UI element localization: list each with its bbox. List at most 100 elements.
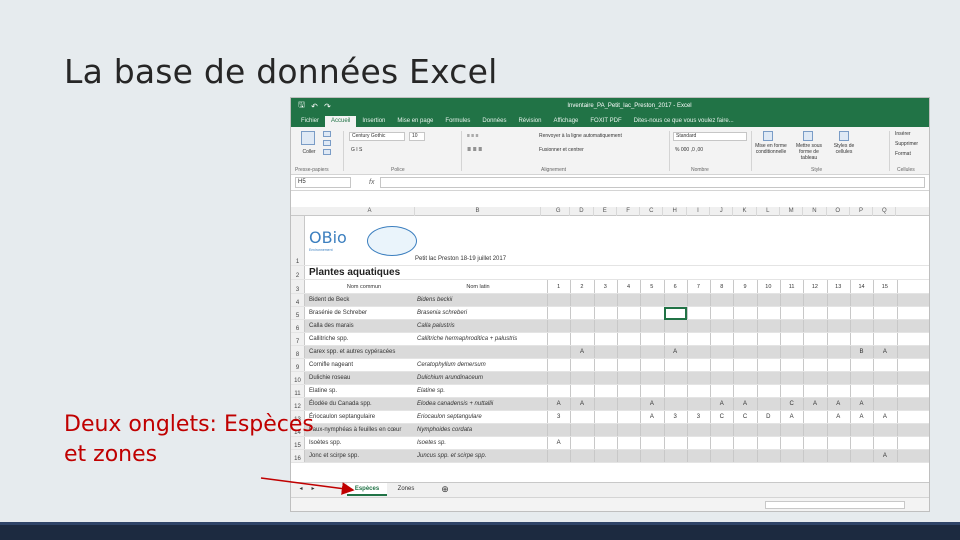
column-header[interactable]: Q: [873, 207, 897, 216]
zone-mark-cell[interactable]: [757, 333, 780, 345]
zone-mark-cell[interactable]: [733, 372, 756, 384]
zone-mark-cell[interactable]: [547, 320, 570, 332]
zone-mark-cell[interactable]: [594, 333, 617, 345]
zone-mark-cell[interactable]: A: [664, 346, 687, 358]
formula-input[interactable]: [380, 177, 925, 188]
zone-mark-cell[interactable]: [687, 320, 710, 332]
zone-mark-cell[interactable]: A: [710, 398, 733, 410]
font-size-select[interactable]: 10: [409, 132, 425, 141]
zone-mark-cell[interactable]: [733, 385, 756, 397]
zone-mark-cell[interactable]: [827, 372, 850, 384]
zone-mark-cell[interactable]: [710, 385, 733, 397]
zone-mark-cell[interactable]: A: [640, 398, 663, 410]
column-header[interactable]: E: [594, 207, 617, 216]
zone-mark-cell[interactable]: [710, 424, 733, 436]
zone-mark-cell[interactable]: [687, 372, 710, 384]
zone-number[interactable]: 12: [803, 280, 826, 293]
zone-mark-cell[interactable]: A: [803, 398, 826, 410]
number-format-select[interactable]: Standard: [673, 132, 747, 141]
section-title-row[interactable]: 2 Plantes aquatiques: [291, 266, 929, 280]
zone-mark-cell[interactable]: [664, 359, 687, 371]
zone-mark-cell[interactable]: [617, 398, 640, 410]
latin-name-cell[interactable]: Juncus spp. et scirpe spp.: [417, 450, 543, 462]
zone-mark-cell[interactable]: [617, 411, 640, 423]
zone-mark-cell[interactable]: [687, 307, 710, 319]
column-header[interactable]: I: [687, 207, 711, 216]
zone-mark-cell[interactable]: [850, 450, 873, 462]
zone-mark-cell[interactable]: [710, 333, 733, 345]
latin-name-cell[interactable]: Isoetes sp.: [417, 437, 543, 449]
zone-mark-cell[interactable]: 3: [687, 411, 710, 423]
column-header[interactable]: F: [617, 207, 641, 216]
zone-mark-cell[interactable]: [640, 346, 663, 358]
zone-mark-cell[interactable]: [594, 437, 617, 449]
zone-mark-cell[interactable]: [803, 385, 826, 397]
zone-mark-cell[interactable]: B: [850, 346, 873, 358]
zone-mark-cell[interactable]: [873, 424, 896, 436]
zone-mark-cell[interactable]: [873, 437, 896, 449]
column-header[interactable]: L: [757, 207, 780, 216]
zone-mark-cell[interactable]: [617, 385, 640, 397]
table-row[interactable]: 6 Calla des marais Calla palustris: [291, 320, 929, 333]
zone-mark-cell[interactable]: [827, 437, 850, 449]
header-row[interactable]: 3 Nom commun Nom latin 1 2 3 4 5 6 7 8 9 10 11 12 13 14 1…: [291, 280, 929, 294]
zone-mark-cell[interactable]: [570, 307, 593, 319]
column-header[interactable]: N: [803, 207, 827, 216]
zone-mark-cell[interactable]: [850, 307, 873, 319]
format-cells-button[interactable]: Format: [895, 151, 929, 157]
zone-mark-cell[interactable]: [780, 346, 803, 358]
bold-italic-underline[interactable]: G I S: [351, 147, 391, 153]
zone-mark-cell[interactable]: [873, 320, 896, 332]
zone-mark-cell[interactable]: [780, 307, 803, 319]
zone-mark-cell[interactable]: [687, 294, 710, 306]
selected-cell[interactable]: [663, 307, 687, 320]
zone-mark-cell[interactable]: 3: [664, 411, 687, 423]
zone-mark-cell[interactable]: [873, 333, 896, 345]
menu-insertion[interactable]: Insertion: [356, 116, 391, 127]
zone-mark-cell[interactable]: [780, 359, 803, 371]
zone-mark-cell[interactable]: [687, 424, 710, 436]
zone-mark-cell[interactable]: [664, 398, 687, 410]
insert-cells-button[interactable]: Insérer: [895, 131, 929, 137]
align-center-buttons[interactable]: ≣ ≣ ≣: [467, 147, 517, 153]
column-header[interactable]: M: [780, 207, 804, 216]
zone-mark-cell[interactable]: A: [780, 411, 803, 423]
zone-mark-cell[interactable]: [687, 450, 710, 462]
zone-mark-cell[interactable]: [850, 320, 873, 332]
zone-number[interactable]: 15: [873, 280, 896, 293]
zone-mark-cell[interactable]: A: [733, 398, 756, 410]
zone-mark-cell[interactable]: [594, 320, 617, 332]
zone-mark-cell[interactable]: [803, 372, 826, 384]
zone-number[interactable]: 5: [640, 280, 663, 293]
zone-mark-cell[interactable]: [827, 385, 850, 397]
row-number[interactable]: 9: [291, 359, 305, 371]
zone-mark-cell[interactable]: [827, 307, 850, 319]
zone-mark-cell[interactable]: [803, 294, 826, 306]
zone-mark-cell[interactable]: [757, 437, 780, 449]
zone-mark-cell[interactable]: A: [873, 346, 896, 358]
zone-mark-cell[interactable]: [617, 294, 640, 306]
zone-mark-cell[interactable]: [710, 450, 733, 462]
zone-mark-cell[interactable]: [780, 385, 803, 397]
font-name-select[interactable]: Century Gothic: [349, 132, 405, 141]
menu-foxit[interactable]: FOXIT PDF: [584, 116, 627, 127]
zone-mark-cell[interactable]: [757, 307, 780, 319]
cell-styles-button[interactable]: Styles de cellules: [829, 143, 859, 155]
row-number[interactable]: 2: [291, 266, 305, 279]
zone-mark-cell[interactable]: [873, 359, 896, 371]
zone-mark-cell[interactable]: [710, 320, 733, 332]
zone-mark-cell[interactable]: [594, 294, 617, 306]
zone-mark-cell[interactable]: A: [547, 398, 570, 410]
paste-icon[interactable]: [301, 131, 315, 145]
menu-revision[interactable]: Révision: [512, 116, 547, 127]
latin-name-cell[interactable]: Eriocaulon septangulare: [417, 411, 543, 423]
zone-mark-cell[interactable]: [570, 411, 593, 423]
zone-mark-cell[interactable]: [733, 359, 756, 371]
zone-mark-cell[interactable]: [640, 372, 663, 384]
zone-mark-cell[interactable]: [803, 450, 826, 462]
zone-mark-cell[interactable]: [803, 307, 826, 319]
zone-mark-cell[interactable]: [710, 346, 733, 358]
zone-mark-cell[interactable]: [827, 424, 850, 436]
zone-mark-cell[interactable]: [640, 424, 663, 436]
undo-icon[interactable]: ↶: [310, 102, 319, 111]
